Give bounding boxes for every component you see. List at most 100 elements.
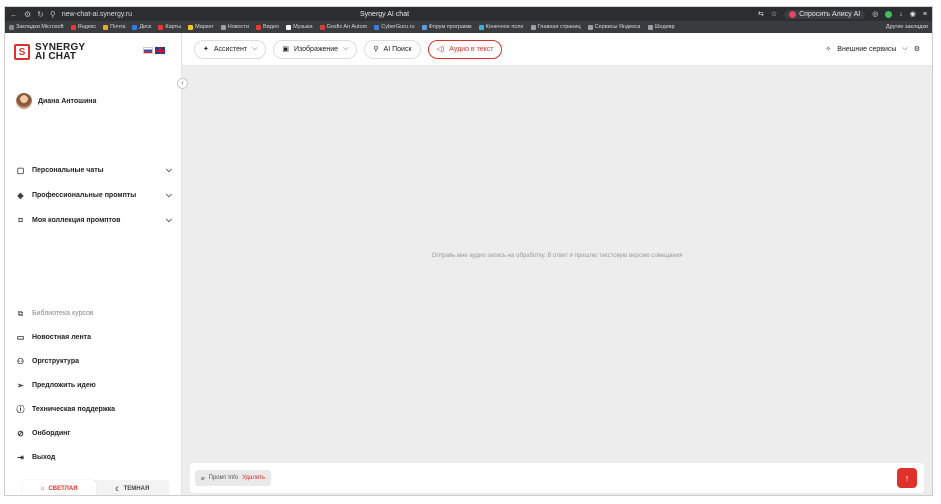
ai-search-button[interactable]: ⚲ AI Поиск [364,39,421,59]
ask-alice-button[interactable]: Спросить Алису AI [784,9,866,19]
chevron-down-icon: ⌵ [343,45,349,52]
back-icon[interactable]: ← [10,10,18,19]
chevron-down-icon[interactable]: ⌵ [902,45,907,53]
user-profile[interactable]: Диана Антошина [16,93,96,109]
chevron-down-icon[interactable]: ⌵ [166,165,172,175]
sidebar-link-label: Предложить идею [32,382,96,389]
news-icon: ▭ [16,333,25,342]
image-label: Изображение [293,45,339,53]
bookmark-item[interactable]: Шедевр [647,24,675,30]
bookmark-item[interactable]: Главная страниц [530,24,581,30]
bookmark-item[interactable]: Почта [103,24,125,30]
user-name: Диана Антошина [38,97,97,105]
paperclip-icon[interactable]: ⌀ [201,475,205,482]
bookmark-favicon-icon [188,24,194,30]
flag-uk-icon[interactable] [155,47,165,54]
bookmark-item[interactable]: CyberGuru.ru [374,24,415,30]
sidebar-section-label: Профессиональные промпты [32,191,137,199]
settings-icon[interactable]: ⚙ [24,10,31,19]
bookmark-item[interactable]: Маркет [188,24,214,30]
reload-icon[interactable]: ↻ [37,10,44,19]
audio-to-text-button[interactable]: ◁) Аудио в текст [427,39,503,59]
flag-ru-icon[interactable] [143,47,153,54]
image-dropdown[interactable]: ▣ Изображение ⌵ [273,39,358,59]
chevron-down-icon: ⌵ [252,45,258,52]
logo-line2: AI CHAT [35,51,77,62]
chevron-down-icon[interactable]: ⌵ [166,215,172,225]
assistant-dropdown[interactable]: ✦ Ассистент ⌵ [194,39,267,59]
message-composer[interactable]: ⌀ Промт Info Удалить ↑ [190,463,924,493]
bookmark-item[interactable]: Диск [132,24,151,30]
prompt-chip: ⌀ Промт Info Удалить [195,470,272,486]
chat-toolbar: ✦ Ассистент ⌵ ▣ Изображение ⌵ ⚲ AI Поиск… [182,33,932,66]
gear-icon[interactable]: ⚙ [914,45,920,53]
bookmark-item[interactable]: Сервисы Яндекса [587,24,641,30]
help-icon: ⓘ [16,405,25,414]
send-icon: ➢ [17,381,24,390]
bookmark-item[interactable]: Музыка [286,24,313,30]
image-icon: ▣ [282,46,289,53]
speaker-icon: ◁) [436,46,445,53]
other-bookmarks[interactable]: Другие закладки [886,24,928,30]
sidebar-section[interactable]: ▢ Персональные чаты ⌵ [16,165,172,175]
chevron-down-icon[interactable]: ⌵ [166,190,172,200]
shield-icon[interactable]: ◎ [872,10,878,18]
send-button[interactable]: ↑ [897,468,917,488]
window-title: Synergy AI chat [360,10,410,18]
bookmark-favicon-icon [70,24,76,30]
app: S SYNERGY AI CHAT Диана Антошина ▢ Персон… [5,33,932,495]
theme-light-button[interactable]: ☼ СВЕТЛАЯ [22,480,96,495]
sidebar-section[interactable]: ◈ Профессиональные промпты ⌵ [16,190,172,200]
bookmark-label: CyberGuru.ru [381,24,415,30]
sidebar-link[interactable]: ⊘ Онбординг [16,429,172,438]
people-icon: ⚇ [16,357,25,366]
chat-icon: ▢ [16,165,25,175]
bookmark-star-icon[interactable]: ☆ [771,10,777,18]
logo-mark-icon: S [14,44,30,60]
collapse-sidebar-button[interactable]: ‹ [177,78,188,89]
menu-icon[interactable]: ≡ [923,11,927,18]
arrow-up-icon: ↑ [904,473,910,483]
bookmark-icon: ⌑ [18,215,23,225]
bookmark-item[interactable]: Яндекс [70,24,96,30]
other-bookmarks-label: Другие закладки [885,24,928,30]
language-switch[interactable] [143,47,165,54]
sun-icon: ☼ [39,486,46,492]
sidebar-link[interactable]: ⚇ Оргструктура [16,357,172,366]
bookmark-favicon-icon [647,24,653,30]
sidebar-link[interactable]: ➢ Предложить идею [16,381,172,390]
sidebar-link[interactable]: ▭ Новостная лента [16,333,172,342]
external-services: ✧ Внешние сервисы ⌵ ⚙ [825,45,920,53]
bookmark-item[interactable]: Конечное поле [478,24,524,30]
sidebar-link[interactable]: ⓘ Техническая поддержка [16,405,172,414]
bookmark-favicon-icon [220,24,226,30]
theme-dark-button[interactable]: ☾ ТЕМНАЯ [96,480,170,495]
assistant-icon: ✦ [203,46,209,53]
bookmark-item[interactable]: Видео [256,24,279,30]
sidebar-link-label: Онбординг [32,430,71,437]
bookmark-item[interactable]: Форум программ [421,24,472,30]
bookmark-favicon-icon [421,24,427,30]
bookmark-item[interactable]: Закладки Microsoft [9,24,64,30]
bookmark-label: Видео [263,24,280,30]
address-bar[interactable]: new-chat-ai.synergy.ru [62,11,132,18]
sidebar-section[interactable]: ⌑ Моя коллекция промптов ⌵ [16,215,172,225]
extension-icon[interactable] [885,10,893,18]
alice-icon [789,10,797,18]
assistant-label: Ассистент [213,45,248,53]
sparkle-icon: ✧ [825,46,832,53]
logo[interactable]: S SYNERGY AI CHAT [14,43,85,62]
bookmark-favicon-icon [9,24,14,30]
translate-icon[interactable]: ⇆ [758,10,764,18]
external-services-dropdown[interactable]: Внешние сервисы [837,46,896,53]
bookmark-label: Главная страниц [537,24,581,30]
prompt-delete-link[interactable]: Удалить [242,475,265,481]
bookmark-item[interactable]: Карты [158,24,181,30]
download-icon[interactable]: ↓ [899,11,903,18]
profile-icon[interactable]: ◉ [910,10,916,18]
bookmark-label: Карты [165,24,182,30]
bookmark-item[interactable]: Новости [220,24,249,30]
bookmark-item[interactable]: Gosfix An Autom [319,24,367,30]
sidebar-link[interactable]: ⇥ Выход [16,453,172,462]
sidebar-link[interactable]: ⧉ Библиотека курсов [16,309,172,318]
